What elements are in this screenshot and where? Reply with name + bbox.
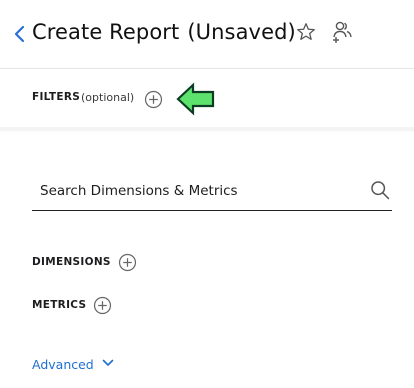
favorite-button[interactable]	[295, 21, 317, 43]
users-share-icon	[333, 21, 352, 43]
plus-circle-icon	[118, 253, 137, 272]
advanced-toggle[interactable]: Advanced	[32, 357, 114, 372]
section-divider	[0, 127, 414, 131]
filters-label: FILTERS	[32, 91, 81, 103]
add-filter-button[interactable]	[144, 90, 163, 109]
add-dimension-button[interactable]	[118, 253, 137, 272]
add-metric-button[interactable]	[93, 296, 112, 315]
page-title: Create Report (Unsaved)	[32, 17, 296, 47]
chevron-left-icon	[14, 25, 25, 43]
advanced-label: Advanced	[32, 357, 94, 372]
back-button[interactable]	[12, 22, 28, 46]
plus-circle-icon	[144, 90, 163, 109]
search-icon	[371, 181, 390, 200]
search-input[interactable]	[32, 172, 370, 209]
filters-optional-label: (optional)	[81, 91, 135, 104]
metrics-label: METRICS	[32, 299, 87, 311]
share-button[interactable]	[330, 19, 354, 45]
star-outline-icon	[297, 23, 315, 40]
plus-circle-icon	[93, 296, 112, 315]
search-button[interactable]	[370, 180, 390, 200]
search-box	[32, 172, 392, 211]
report-title: Create Report	[32, 20, 180, 44]
unsaved-status: (Unsaved)	[187, 20, 296, 44]
page-header: Create Report (Unsaved)	[0, 0, 414, 68]
chevron-down-icon	[102, 359, 114, 366]
left-arrow-icon	[176, 82, 215, 116]
dimensions-label: DIMENSIONS	[32, 256, 111, 268]
